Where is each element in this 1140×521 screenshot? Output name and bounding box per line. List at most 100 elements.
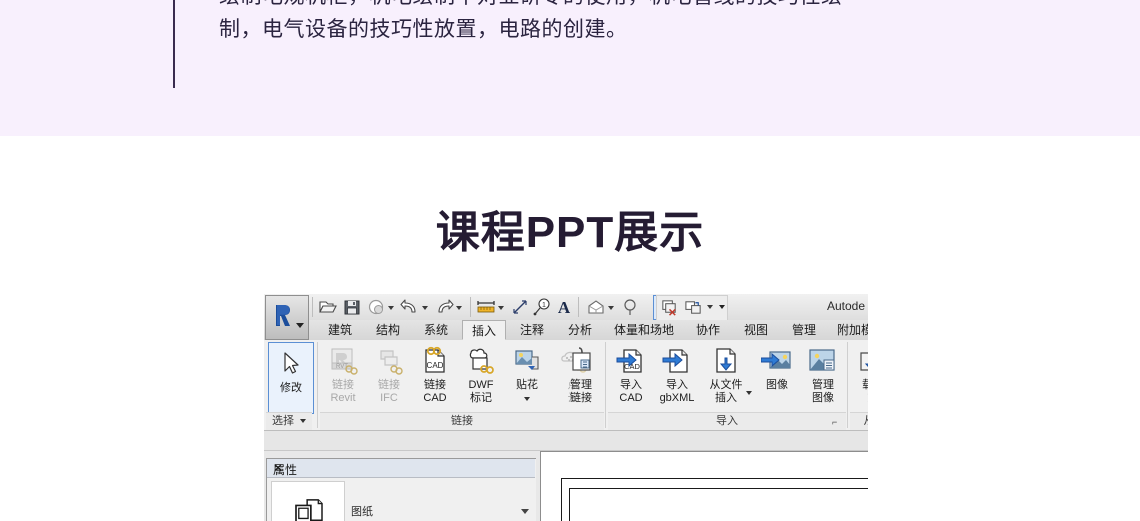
manage-images-label-2: 图像 (812, 392, 834, 404)
link-ifc-label-2: IFC (380, 392, 398, 404)
window-title: Autode (827, 299, 866, 313)
link-revit-label-2: Revit (330, 392, 356, 404)
import-gbxml-label-2: gbXML (659, 392, 695, 404)
dwf-markup-label-2: 标记 (470, 392, 492, 404)
default-3d-view-icon[interactable] (586, 297, 606, 317)
dwf-markup-icon (465, 345, 497, 377)
tab-architecture[interactable]: 建筑 (318, 320, 362, 340)
tab-annotate[interactable]: 注释 (510, 320, 554, 340)
redo-icon[interactable] (434, 297, 454, 317)
image-button[interactable]: 图像 (754, 342, 800, 412)
revit-window: 1 A Autode 建筑 结构 系统 插入 注释 分析 体量和场地 协作 视图… (264, 294, 868, 521)
tab-addins[interactable]: 附加模块 (830, 320, 868, 340)
load-family-label-2: 族 (850, 392, 869, 405)
save-icon[interactable] (342, 297, 362, 317)
section-icon[interactable] (620, 297, 640, 317)
slide-page: 绘制电规机柜，机电绘制中对业研专的使用，机电管线的技巧性绘 制，电气设备的技巧性… (0, 0, 1140, 521)
manage-images-label-1: 管理 (812, 379, 834, 391)
insert-from-file-dropdown-caret-icon[interactable] (746, 391, 752, 395)
open-icon[interactable] (318, 297, 338, 317)
manage-links-button[interactable]: 管理 链接 (558, 342, 604, 412)
panel-separator (605, 342, 606, 428)
switch-windows-icon[interactable] (684, 298, 703, 317)
load-family-icon (857, 345, 868, 377)
type-selector-value[interactable]: 图纸 (351, 503, 373, 519)
manage-links-label-1: 管理 (570, 379, 592, 391)
import-gbxml-button[interactable]: 导入 gbXML (654, 342, 700, 412)
image-label-1: 图像 (766, 379, 788, 391)
svg-text:1: 1 (542, 302, 546, 309)
panel-label-import[interactable]: 导入 (608, 412, 846, 430)
close-hidden-windows-icon[interactable] (660, 298, 679, 317)
manage-images-icon (807, 345, 839, 377)
type-selector-caret-icon[interactable] (521, 509, 529, 514)
tab-collaborate[interactable]: 协作 (686, 320, 730, 340)
panel-separator (847, 342, 848, 428)
tab-insert[interactable]: 插入 (462, 320, 506, 340)
sheet-border-inner (569, 488, 868, 521)
window-tools-group (656, 295, 728, 321)
options-bar (264, 431, 868, 451)
panel-label-link[interactable]: 链接 (320, 412, 604, 430)
link-revit-button[interactable]: RVT 链接 Revit (320, 342, 366, 412)
panel-select-caret-icon (300, 419, 307, 424)
measure-dropdown-caret-icon[interactable] (498, 306, 504, 310)
decal-dropdown-caret-icon[interactable] (524, 397, 530, 401)
insert-from-file-label-1: 从文件 (709, 379, 743, 391)
properties-title-bar: 属性 ✕ (267, 459, 535, 478)
decal-label-1: 贴花 (516, 379, 538, 391)
slide-text-band: 绘制电规机柜，机电绘制中对业研专的使用，机电管线的技巧性绘 制，电气设备的技巧性… (0, 0, 1140, 136)
text-icon[interactable]: A (554, 297, 574, 317)
undo-icon[interactable] (400, 297, 420, 317)
link-cad-label-2: CAD (423, 392, 447, 404)
switch-windows-caret-icon[interactable] (707, 305, 713, 309)
link-ifc-icon (373, 345, 405, 377)
redo-dropdown-caret-icon[interactable] (456, 306, 462, 310)
dwf-markup-label-1: DWF (468, 379, 494, 391)
insert-from-file-button[interactable]: 从文件 插入 (700, 342, 752, 412)
import-cad-icon: CAD (615, 345, 647, 377)
load-family-button[interactable]: 载入 族 (850, 342, 868, 412)
tab-view[interactable]: 视图 (734, 320, 778, 340)
import-panel-dialog-launcher[interactable]: ⌐ (832, 417, 837, 427)
arrow-cursor-icon (284, 352, 299, 374)
tab-structure[interactable]: 结构 (366, 320, 410, 340)
manage-images-button[interactable]: 管理 图像 (800, 342, 846, 412)
undo-dropdown-caret-icon[interactable] (422, 306, 428, 310)
link-cad-icon: CAD (419, 345, 451, 377)
tab-manage[interactable]: 管理 (782, 320, 826, 340)
modify-button[interactable]: 修改 (268, 342, 314, 414)
sync-dropdown-caret-icon[interactable] (388, 306, 394, 310)
close-icon[interactable]: ✕ (273, 461, 530, 476)
tab-systems[interactable]: 系统 (414, 320, 458, 340)
type-thumbnail (271, 481, 345, 521)
sync-icon[interactable] (366, 297, 386, 317)
ribbon-panels: 修改 选择 RVT 链接 Revit 链接 IFC CAD 链接 CAD DWF… (264, 340, 868, 431)
page-title: 课程PPT展示 (435, 208, 705, 257)
import-gbxml-label-1: 导入 (666, 379, 688, 391)
dwf-markup-button[interactable]: DWF 标记 (458, 342, 504, 412)
qat-overflow-caret-icon[interactable] (719, 305, 725, 309)
modify-button-label: 修改 (280, 382, 302, 394)
measure-icon[interactable] (476, 297, 496, 317)
decal-button[interactable]: 贴花 (504, 342, 550, 412)
tag-icon[interactable]: 1 (532, 297, 552, 317)
aligned-dimension-icon[interactable] (510, 297, 530, 317)
import-cad-button[interactable]: CAD 导入 CAD (608, 342, 654, 412)
view-dropdown-caret-icon[interactable] (608, 306, 614, 310)
insert-from-file-label-2: 插入 (715, 392, 737, 404)
tab-analyze[interactable]: 分析 (558, 320, 602, 340)
panel-label-select-text: 选择 (271, 415, 294, 427)
qat-separator (578, 297, 579, 317)
revit-r-logo-icon (276, 305, 290, 326)
panel-label-select[interactable]: 选择 (266, 412, 312, 430)
panel-label-load-from-library[interactable]: 从库中 (850, 412, 868, 430)
insert-from-file-icon (710, 345, 742, 377)
manage-links-label-2: 链接 (570, 392, 592, 404)
tab-massing-site[interactable]: 体量和场地 (606, 320, 682, 340)
link-ifc-button[interactable]: 链接 IFC (366, 342, 412, 412)
drawing-canvas[interactable] (540, 451, 868, 521)
application-menu-button[interactable] (265, 295, 309, 340)
quick-access-toolbar: 1 A Autode (264, 294, 868, 340)
link-cad-button[interactable]: CAD 链接 CAD (412, 342, 458, 412)
